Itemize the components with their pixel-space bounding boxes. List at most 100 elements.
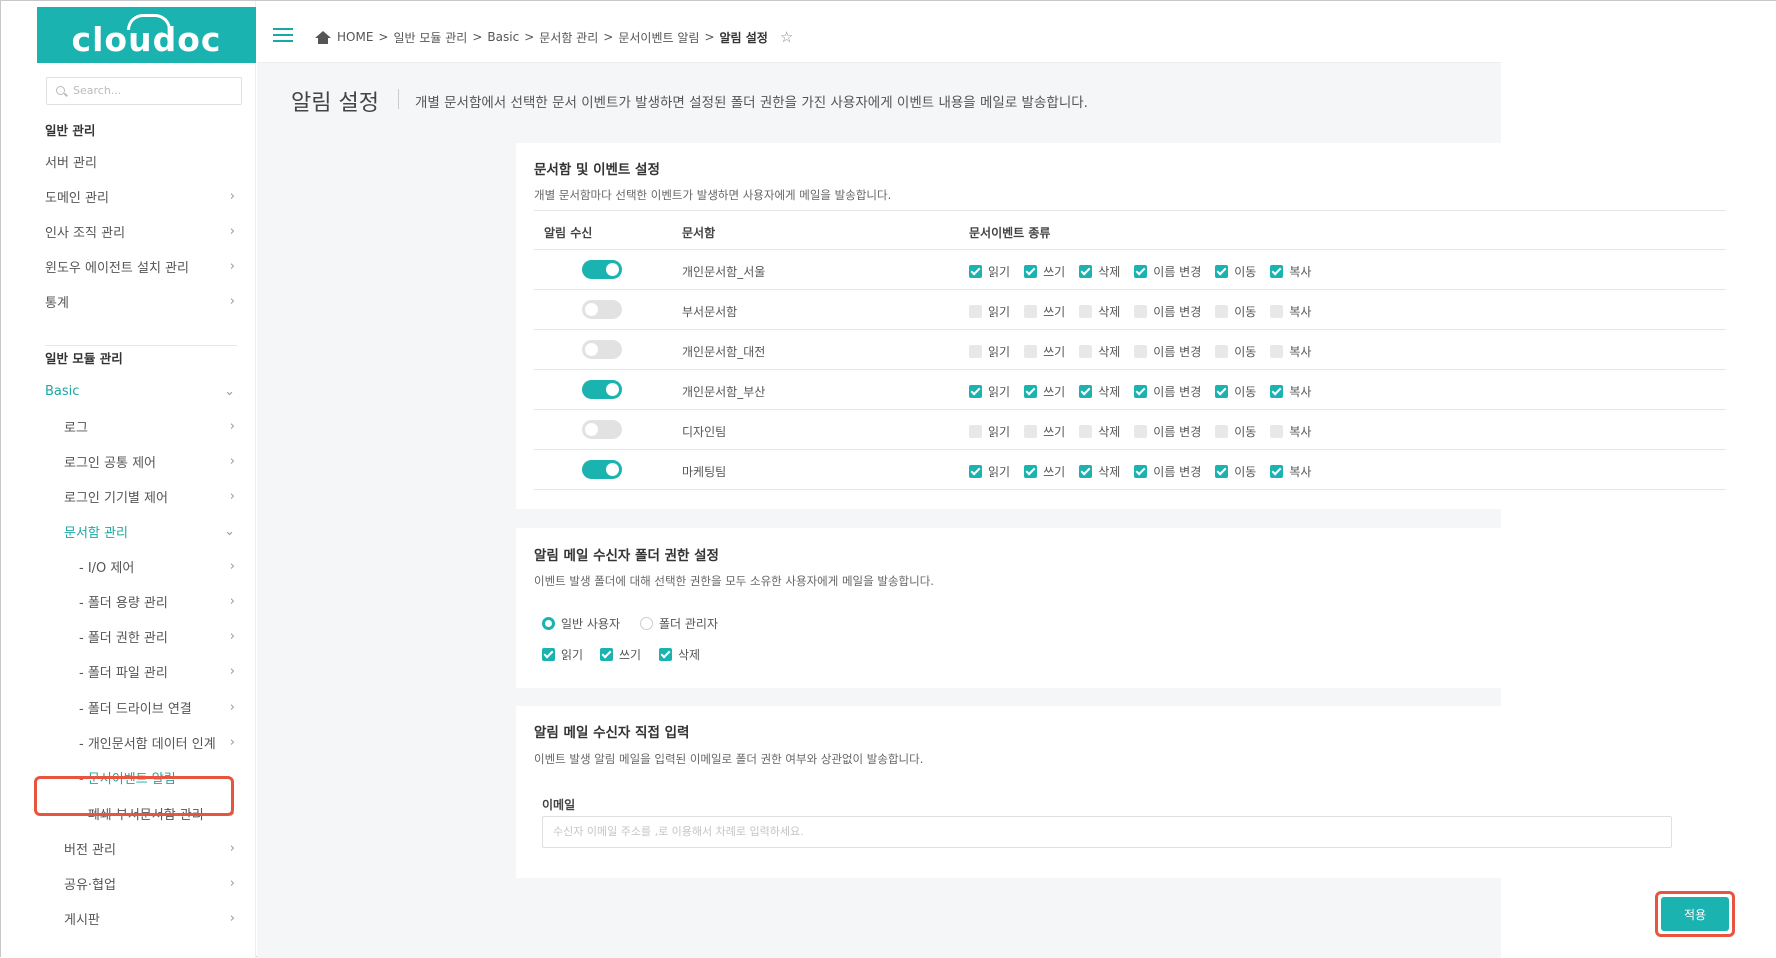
event-checkbox[interactable]: 삭제 [1079,423,1120,440]
event-checkbox[interactable]: 이름 변경 [1134,263,1201,280]
event-checkbox[interactable]: 복사 [1270,303,1311,320]
event-checkbox-label: 삭제 [1098,425,1121,439]
event-checkbox[interactable]: 이동 [1215,423,1256,440]
event-checkbox-label: 읽기 [988,265,1011,279]
sidebar-item-label: - 개인문서함 데이터 인계 [79,736,216,752]
sidebar-item[interactable]: 로그인 공통 제어 › [1,444,255,478]
breadcrumb-item-docbox[interactable]: 문서함 관리 [539,29,598,46]
event-checkbox[interactable]: 이동 [1215,343,1256,360]
sidebar-item[interactable]: 버전 관리 › [1,831,255,865]
event-checkbox[interactable]: 쓰기 [1024,423,1065,440]
event-checkbox[interactable]: 삭제 [1079,303,1120,320]
sidebar-item[interactable]: 로그 › [1,409,255,443]
event-checkbox-label: 복사 [1289,265,1312,279]
event-checkbox[interactable]: 쓰기 [1024,463,1065,480]
direct-input-title: 알림 메일 수신자 직접 입력 [534,725,690,741]
notify-toggle[interactable] [582,460,622,479]
sidebar-item[interactable]: 게시판 › [1,901,255,935]
radio-general-user[interactable]: 일반 사용자 [542,615,620,632]
email-field[interactable]: 수신자 이메일 주소를 ,로 이용해서 차례로 입력하세요. [542,816,1672,848]
event-checkbox[interactable]: 복사 [1270,423,1311,440]
sidebar-item: 일반 관리 [1,112,255,146]
sidebar-item[interactable]: 문서함 관리 ⌄ [1,514,255,548]
sidebar-item[interactable]: - 폴더 용량 관리 › [1,584,255,618]
sidebar-item[interactable]: 서버 관리 [1,144,255,178]
logo[interactable]: cloudoc [37,7,256,63]
home-icon[interactable] [315,30,331,44]
event-checkbox[interactable]: 이름 변경 [1134,463,1201,480]
event-checkbox-label: 이름 변경 [1153,385,1202,399]
sidebar-item[interactable]: - 폴더 드라이브 연결 › [1,690,255,724]
search-icon [56,86,65,95]
perm-write-checkbox[interactable]: 쓰기 [600,646,641,663]
radio-folder-admin[interactable]: 폴더 관리자 [640,615,718,632]
event-checkbox[interactable]: 쓰기 [1024,303,1065,320]
breadcrumb-item-home[interactable]: HOME [337,30,373,44]
star-icon[interactable]: ☆ [780,28,793,46]
breadcrumb-item-event[interactable]: 문서이벤트 알림 [618,29,699,46]
table-row: 개인문서함_서울 읽기 쓰기 삭제 이름 변경 이동 복사 [534,250,1726,290]
docbox-name: 마케팅팀 [682,465,727,479]
event-checkbox[interactable]: 이동 [1215,383,1256,400]
event-checkbox[interactable]: 쓰기 [1024,263,1065,280]
sidebar-item[interactable]: 도메인 관리 › [1,179,255,213]
breadcrumb-item-current: 알림 설정 [719,30,768,45]
event-checkbox[interactable]: 이름 변경 [1134,383,1201,400]
breadcrumb-item-module[interactable]: 일반 모듈 관리 [393,29,467,46]
sidebar-item[interactable]: - 개인문서함 데이터 인계 › [1,725,255,759]
menu-icon[interactable] [273,28,293,42]
perm-read-checkbox[interactable]: 읽기 [542,646,583,663]
notify-toggle[interactable] [582,420,622,439]
event-checkbox[interactable]: 삭제 [1079,343,1120,360]
sidebar-item-label: 일반 관리 [45,122,96,138]
event-checkbox[interactable]: 이름 변경 [1134,303,1201,320]
sidebar-item[interactable]: - I/O 제어 › [1,549,255,583]
event-checkbox[interactable]: 읽기 [969,463,1010,480]
chevron-right-icon: › [229,594,235,609]
sidebar-item[interactable]: 윈도우 에이전트 설치 관리 › [1,249,255,283]
chevron-right-icon: › [229,419,235,434]
event-checkbox[interactable]: 이동 [1215,463,1256,480]
event-checkbox[interactable]: 이름 변경 [1134,423,1201,440]
search-input[interactable]: Search... [46,77,242,105]
event-checkbox[interactable]: 삭제 [1079,263,1120,280]
event-checkbox[interactable]: 삭제 [1079,383,1120,400]
checkbox-checked-icon [1079,265,1093,278]
event-checkbox[interactable]: 읽기 [969,423,1010,440]
event-checkbox[interactable]: 이동 [1215,303,1256,320]
event-checkbox[interactable]: 이름 변경 [1134,343,1201,360]
sidebar-item[interactable]: - 폴더 권한 관리 › [1,619,255,653]
event-checkbox[interactable]: 쓰기 [1024,343,1065,360]
sidebar-item[interactable]: 인사 조직 관리 › [1,214,255,248]
perm-delete-label: 삭제 [678,648,701,662]
event-checkbox[interactable]: 복사 [1270,343,1311,360]
breadcrumb-item-basic[interactable]: Basic [487,30,519,44]
perm-delete-checkbox[interactable]: 삭제 [659,646,700,663]
notify-toggle[interactable] [582,260,622,279]
event-checkbox[interactable]: 읽기 [969,263,1010,280]
event-checkbox[interactable]: 복사 [1270,263,1311,280]
event-checkbox[interactable]: 읽기 [969,343,1010,360]
sidebar-item[interactable]: Basic ⌄ [1,374,255,408]
sidebar-item-label: - I/O 제어 [79,560,135,576]
table-row: 부서문서함 읽기 쓰기 삭제 이름 변경 이동 복사 [534,290,1726,330]
event-checkbox[interactable]: 이동 [1215,263,1256,280]
sidebar-item[interactable]: - 폴더 파일 관리 › [1,654,255,688]
event-checkbox[interactable]: 읽기 [969,383,1010,400]
sidebar-item[interactable]: 공유·협업 › [1,866,255,900]
breadcrumb-sep: > [472,30,483,44]
notify-toggle[interactable] [582,300,622,319]
notify-toggle[interactable] [582,340,622,359]
notify-toggle[interactable] [582,380,622,399]
event-checkbox[interactable]: 삭제 [1079,463,1120,480]
checkbox-unchecked-icon [1270,425,1284,438]
event-checkbox[interactable]: 읽기 [969,303,1010,320]
event-checkbox[interactable]: 복사 [1270,463,1311,480]
sidebar-item[interactable]: 통계 › [1,284,255,318]
checkbox-unchecked-icon [969,345,982,358]
event-checkbox[interactable]: 복사 [1270,383,1311,400]
checkbox-unchecked-icon [1024,305,1038,318]
event-checkbox[interactable]: 쓰기 [1024,383,1065,400]
event-checkbox-label: 쓰기 [1043,345,1066,359]
sidebar-item[interactable]: 로그인 기기별 제어 › [1,479,255,513]
